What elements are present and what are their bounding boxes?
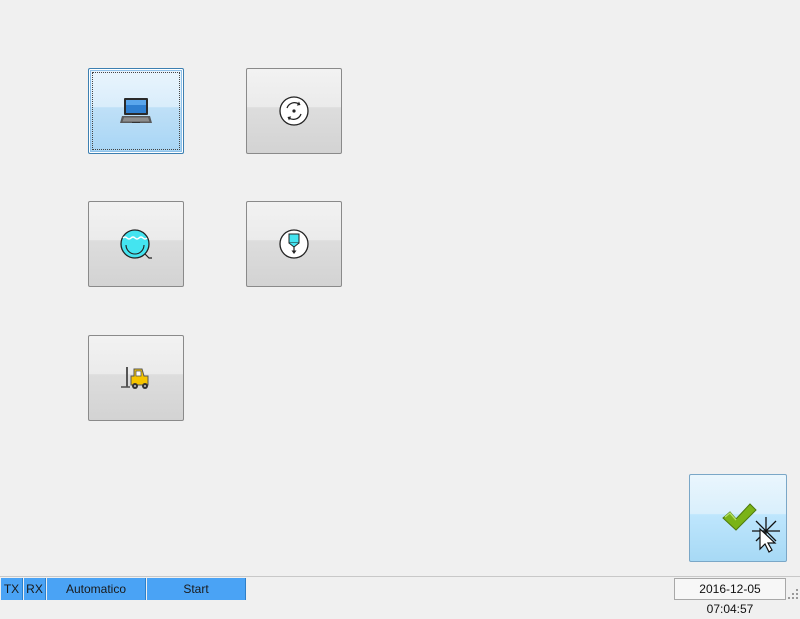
laptop-button[interactable] [88, 68, 184, 154]
rx-indicator: RX [24, 578, 46, 600]
forklift-button[interactable] [88, 335, 184, 421]
dispenser-button[interactable] [246, 201, 342, 287]
tx-indicator: TX [1, 578, 23, 600]
laptop-icon [120, 98, 152, 123]
cursor-icon [752, 517, 780, 553]
rotation-icon [279, 96, 309, 126]
forklift-icon [121, 367, 149, 389]
state-indicator: Start [147, 578, 246, 600]
dispenser-icon [279, 229, 309, 259]
resize-grip-icon[interactable] [787, 588, 799, 600]
rotation-button[interactable] [246, 68, 342, 154]
water-tank-icon [120, 229, 152, 259]
status-bar: TX RX Automatico Start 2016-12-05 07:04:… [0, 576, 800, 616]
confirm-button[interactable] [689, 474, 787, 562]
datetime-display: 2016-12-05 07:04:57 [674, 578, 786, 616]
mode-indicator: Automatico [47, 578, 146, 600]
water-tank-button[interactable] [88, 201, 184, 287]
